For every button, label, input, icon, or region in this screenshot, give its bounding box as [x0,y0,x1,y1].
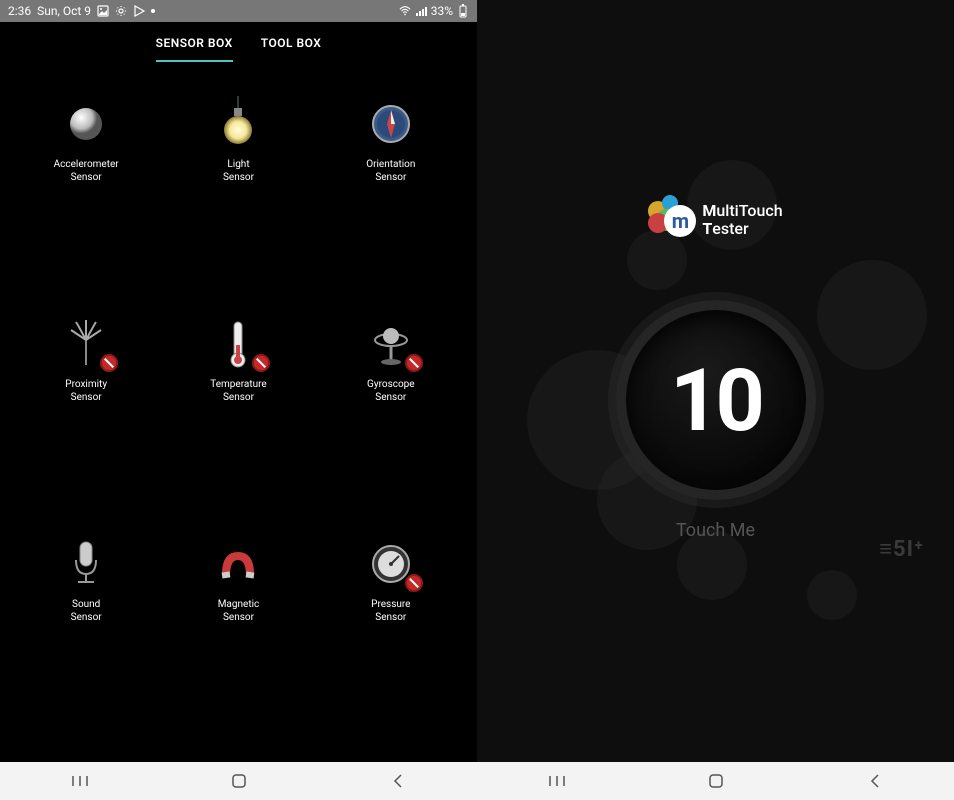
signal-icon [415,5,427,17]
nav-bar-right [477,762,954,800]
play-icon [133,5,145,17]
sensor-sound[interactable]: Sound Sensor [10,516,162,736]
sensor-orientation[interactable]: Orientation Sensor [315,76,467,296]
tab-sensor-box[interactable]: SENSOR BOX [156,36,233,62]
status-bar: 2:36 Sun, Oct 9 33% [0,0,477,22]
disabled-badge-icon [405,354,423,372]
sensor-label: Gyroscope Sensor [367,378,415,404]
nav-back-button[interactable] [855,771,895,791]
nav-recent-button[interactable] [537,771,577,791]
sensor-proximity[interactable]: Proximity Sensor [10,296,162,516]
sensor-magnetic[interactable]: Magnetic Sensor [162,516,314,736]
disabled-badge-icon [405,574,423,592]
status-time: 2:36 [8,4,31,18]
logo-icon: m [648,195,698,245]
tab-bar: SENSOR BOX TOOL BOX [0,22,477,76]
sensor-label: Light Sensor [223,158,254,184]
nav-home-button[interactable] [219,771,259,791]
flower-icon [58,316,114,372]
wifi-icon [399,5,411,17]
magnet-icon [210,536,266,592]
touch-me-label: Touch Me [676,520,755,541]
tab-tool-box[interactable]: TOOL BOX [261,36,322,62]
sensor-pressure[interactable]: Pressure Sensor [315,516,467,736]
nav-bar-left [0,762,477,800]
sensor-light[interactable]: Light Sensor [162,76,314,296]
image-icon [97,5,109,17]
mic-icon [58,536,114,592]
app-logo: m MultiTouch Tester [648,195,782,245]
gauge-icon [363,536,419,592]
more-dot-icon [151,9,155,13]
brand-mark: ≡5I⁺ [879,536,924,562]
ball-icon [58,96,114,152]
sensor-label: Accelerometer Sensor [54,158,119,184]
sensor-label: Orientation Sensor [366,158,415,184]
sensor-accelerometer[interactable]: Accelerometer Sensor [10,76,162,296]
bulb-icon [210,96,266,152]
disabled-badge-icon [100,354,118,372]
sensor-temperature[interactable]: Temperature Sensor [162,296,314,516]
sensor-grid: Accelerometer Sensor Light Sensor Orient… [0,76,477,736]
multitouch-app-screen: m MultiTouch Tester 10 Touch Me ≡5I⁺ [477,0,954,800]
sensor-label: Pressure Sensor [371,598,410,624]
sensor-label: Temperature Sensor [210,378,267,404]
nav-back-button[interactable] [378,771,418,791]
sensor-label: Sound Sensor [71,598,102,624]
touch-count: 10 [670,350,761,451]
disabled-badge-icon [252,354,270,372]
compass-icon [363,96,419,152]
app-title: MultiTouch Tester [702,202,782,237]
sensor-app-screen: 2:36 Sun, Oct 9 33% [0,0,477,800]
nav-recent-button[interactable] [60,771,100,791]
battery-percent: 33% [431,4,453,18]
battery-icon [457,5,469,17]
status-date: Sun, Oct 9 [37,4,91,18]
sensor-label: Proximity Sensor [65,378,107,404]
nav-home-button[interactable] [696,771,736,791]
touch-counter-button[interactable]: 10 [616,300,816,500]
gyro-icon [363,316,419,372]
thermometer-icon [210,316,266,372]
settings-icon [115,5,127,17]
sensor-gyroscope[interactable]: Gyroscope Sensor [315,296,467,516]
multitouch-content[interactable]: m MultiTouch Tester 10 Touch Me ≡5I⁺ [477,0,954,762]
sensor-label: Magnetic Sensor [218,598,260,624]
